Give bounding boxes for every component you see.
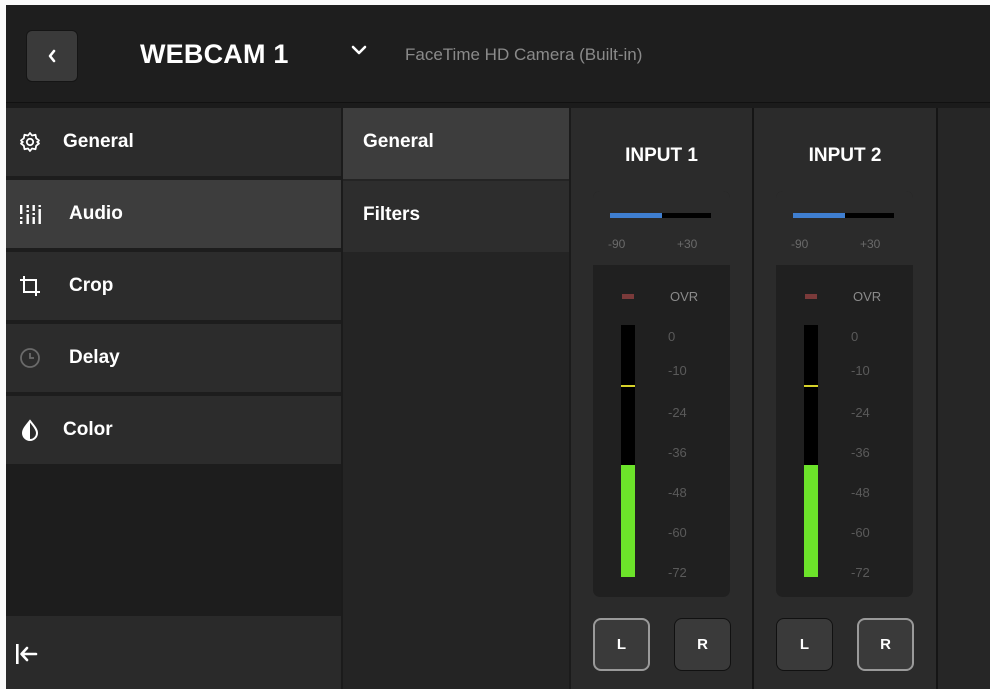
sidebar-item-crop[interactable]: Crop <box>6 252 341 320</box>
meter-tick: -72 <box>668 565 687 580</box>
meter-tick: -36 <box>668 445 687 460</box>
input-1-panel: INPUT 1 -90 +30 OVR 0 -10 -24 -36 -48 -6… <box>571 108 752 689</box>
back-button[interactable] <box>26 30 78 82</box>
right-channel-button[interactable]: R <box>674 618 731 671</box>
meter-tick: -36 <box>851 445 870 460</box>
input-title: INPUT 1 <box>625 145 698 166</box>
header-bar: WEBCAM 1 FaceTime HD Camera (Built-in) <box>6 5 990 103</box>
peak-hold-marker <box>621 385 635 387</box>
meter-tick: -24 <box>668 405 687 420</box>
meter-tick: 0 <box>668 329 676 344</box>
gain-slider-fill <box>610 213 662 218</box>
audio-meter: -90 +30 OVR 0 -10 -24 -36 -48 -60 -72 <box>593 191 730 597</box>
level-meter-fill <box>621 465 635 577</box>
source-title[interactable]: WEBCAM 1 <box>140 39 289 70</box>
sidebar-item-label: Audio <box>69 203 123 224</box>
overload-label: OVR <box>670 289 699 304</box>
level-meter <box>804 325 818 577</box>
sidebar-item-label: Crop <box>69 275 114 296</box>
gain-max-label: +30 <box>860 237 881 251</box>
sidebar-item-label: General <box>63 131 134 152</box>
gain-slider[interactable] <box>610 213 711 218</box>
input-title: INPUT 2 <box>808 145 882 166</box>
meter-tick: -10 <box>668 363 687 378</box>
chevron-left-icon <box>48 49 56 63</box>
gain-control[interactable]: -90 +30 <box>593 191 730 265</box>
sidebar-item-label: Color <box>63 419 113 440</box>
sidebar-item-audio[interactable]: Audio <box>6 180 341 248</box>
peak-hold-marker <box>804 385 818 387</box>
tab-label: Filters <box>363 204 421 225</box>
gain-min-label: -90 <box>608 237 626 251</box>
sidebar-item-general[interactable]: General <box>6 108 341 176</box>
settings-sidebar: General Audio Crop Delay Color <box>6 108 341 689</box>
tab-filters[interactable]: Filters <box>343 181 569 252</box>
gain-control[interactable]: -90 +30 <box>776 191 913 265</box>
gain-slider[interactable] <box>793 213 894 218</box>
sidebar-item-color[interactable]: Color <box>6 396 341 464</box>
audio-subtabs: General Filters <box>343 108 569 689</box>
collapse-left-icon <box>16 644 38 664</box>
gain-max-label: +30 <box>677 237 698 251</box>
left-channel-button[interactable]: L <box>593 618 650 671</box>
tab-label: General <box>363 131 434 152</box>
audio-meter: -90 +30 OVR 0 -10 -24 -36 -48 -60 -72 <box>776 191 913 597</box>
input-2-panel: INPUT 2 -90 +30 OVR 0 -10 -24 -36 -48 -6… <box>754 108 936 689</box>
sidebar-item-label: Delay <box>69 347 120 368</box>
meter-tick: -24 <box>851 405 870 420</box>
crop-icon <box>20 276 40 296</box>
gain-min-label: -90 <box>791 237 809 251</box>
collapse-sidebar-button[interactable] <box>6 616 341 689</box>
overload-indicator <box>622 294 634 299</box>
left-channel-button[interactable]: L <box>776 618 833 671</box>
color-drop-icon <box>21 419 39 441</box>
meter-tick: -60 <box>851 525 870 540</box>
overload-label: OVR <box>853 289 882 304</box>
meter-tick: -10 <box>851 363 870 378</box>
overload-indicator <box>805 294 817 299</box>
level-meter <box>621 325 635 577</box>
source-dropdown-chevron[interactable] <box>350 43 368 62</box>
meter-tick: 0 <box>851 329 859 344</box>
clock-icon <box>20 348 40 368</box>
empty-input-area <box>938 108 990 689</box>
chevron-down-icon <box>351 45 367 55</box>
gain-slider-fill <box>793 213 845 218</box>
level-meter-fill <box>804 465 818 577</box>
sidebar-item-delay[interactable]: Delay <box>6 324 341 392</box>
meter-tick: -48 <box>668 485 687 500</box>
meter-tick: -48 <box>851 485 870 500</box>
meter-tick: -72 <box>851 565 870 580</box>
right-channel-button[interactable]: R <box>857 618 914 671</box>
tab-general[interactable]: General <box>343 108 569 179</box>
gear-icon <box>20 132 40 152</box>
device-name: FaceTime HD Camera (Built-in) <box>405 45 643 64</box>
app-window: WEBCAM 1 FaceTime HD Camera (Built-in) G… <box>6 5 990 689</box>
audio-sliders-icon <box>20 205 41 224</box>
meter-tick: -60 <box>668 525 687 540</box>
